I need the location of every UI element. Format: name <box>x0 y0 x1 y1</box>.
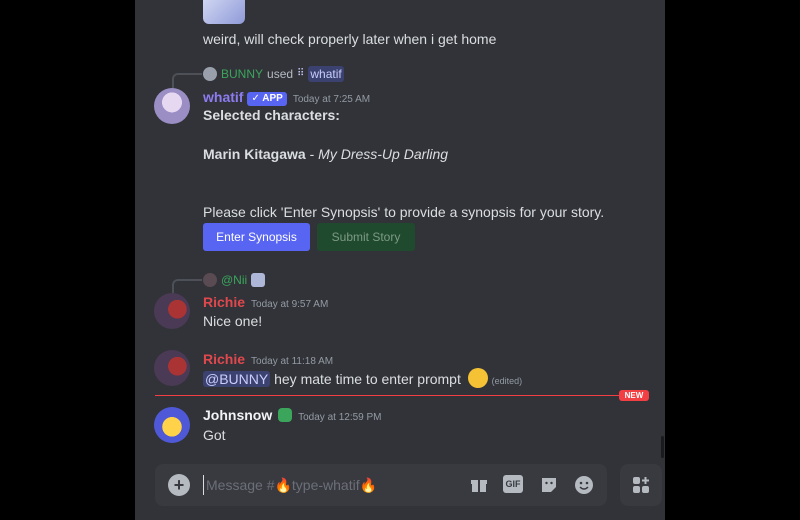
new-messages-divider <box>155 395 625 396</box>
bunny-mention[interactable]: @BUNNY <box>203 371 271 387</box>
command-reply[interactable]: BUNNY used ⠿ whatif <box>203 66 344 82</box>
app-badge: ✓ APP <box>247 92 287 106</box>
prev-message-image[interactable] <box>203 0 245 24</box>
richie-avatar[interactable] <box>154 293 190 329</box>
richie2-message: @BUNNY hey mate time to enter prompt (ed… <box>203 368 522 390</box>
reply-spine <box>172 73 202 89</box>
emoji-icon[interactable] <box>573 474 595 496</box>
johnsnow-username[interactable]: Johnsnow <box>203 407 272 423</box>
apps-icon[interactable] <box>630 474 652 496</box>
bot-heading: Selected characters: <box>203 107 340 123</box>
character-name: Marin Kitagawa <box>203 146 306 162</box>
reply-command[interactable]: whatif <box>308 66 344 82</box>
slight-smile-emoji-icon <box>467 368 488 388</box>
reply-spine-2 <box>172 279 202 293</box>
bot-instruction: Please click 'Enter Synopsis' to provide… <box>203 204 605 220</box>
add-icon[interactable]: + <box>168 474 190 496</box>
richie-avatar-2[interactable] <box>154 350 190 386</box>
sticker-icon[interactable] <box>538 474 560 496</box>
gif-icon[interactable]: GIF <box>503 475 523 493</box>
prev-message-text: weird, will check properly later when i … <box>203 31 497 47</box>
richie2-text: hey mate time to enter prompt <box>274 371 461 387</box>
bot-username[interactable]: whatif <box>203 89 243 105</box>
richie-message-text: Nice one! <box>203 313 263 329</box>
richie2-timestamp: Today at 11:18 AM <box>251 356 334 367</box>
slash-command-icon: ⠿ <box>297 68 305 79</box>
johnsnow-avatar[interactable] <box>154 407 190 443</box>
richie-timestamp: Today at 9:57 AM <box>251 299 329 310</box>
app-badge-label: APP <box>262 93 283 104</box>
bunny-avatar-small <box>203 67 217 81</box>
edited-label: (edited) <box>491 376 523 386</box>
character-source: My Dress-Up Darling <box>318 146 449 162</box>
chat-scrollbar[interactable] <box>661 436 664 458</box>
character-separator: - <box>305 146 319 162</box>
reply-preview[interactable]: @Nii <box>203 272 266 288</box>
plant-badge-icon <box>278 408 293 422</box>
message-input[interactable]: Message #🔥type-whatif🔥 <box>203 475 377 495</box>
johnsnow-header: Johnsnow Today at 12:59 PM <box>203 406 382 427</box>
reply-used-text: used <box>267 67 294 81</box>
nii-avatar-small <box>203 273 217 287</box>
richie-header: Richie Today at 9:57 AM <box>203 293 328 314</box>
richie-username[interactable]: Richie <box>203 294 245 310</box>
reply-username[interactable]: BUNNY <box>221 66 263 82</box>
new-badge: NEW <box>619 390 649 401</box>
reply-mention[interactable]: @Nii <box>221 272 247 288</box>
bot-character-line: Marin Kitagawa - My Dress-Up Darling <box>203 145 448 163</box>
gift-icon[interactable] <box>468 474 490 496</box>
bot-avatar[interactable] <box>154 88 190 124</box>
enter-synopsis-button[interactable]: Enter Synopsis <box>203 223 310 251</box>
bot-timestamp: Today at 7:25 AM <box>292 94 371 105</box>
johnsnow-message-text: Got <box>203 427 226 443</box>
richie2-username[interactable]: Richie <box>203 351 245 367</box>
johnsnow-timestamp: Today at 12:59 PM <box>298 412 382 423</box>
submit-story-button[interactable]: Submit Story <box>317 223 415 251</box>
reply-image-icon <box>251 273 266 287</box>
